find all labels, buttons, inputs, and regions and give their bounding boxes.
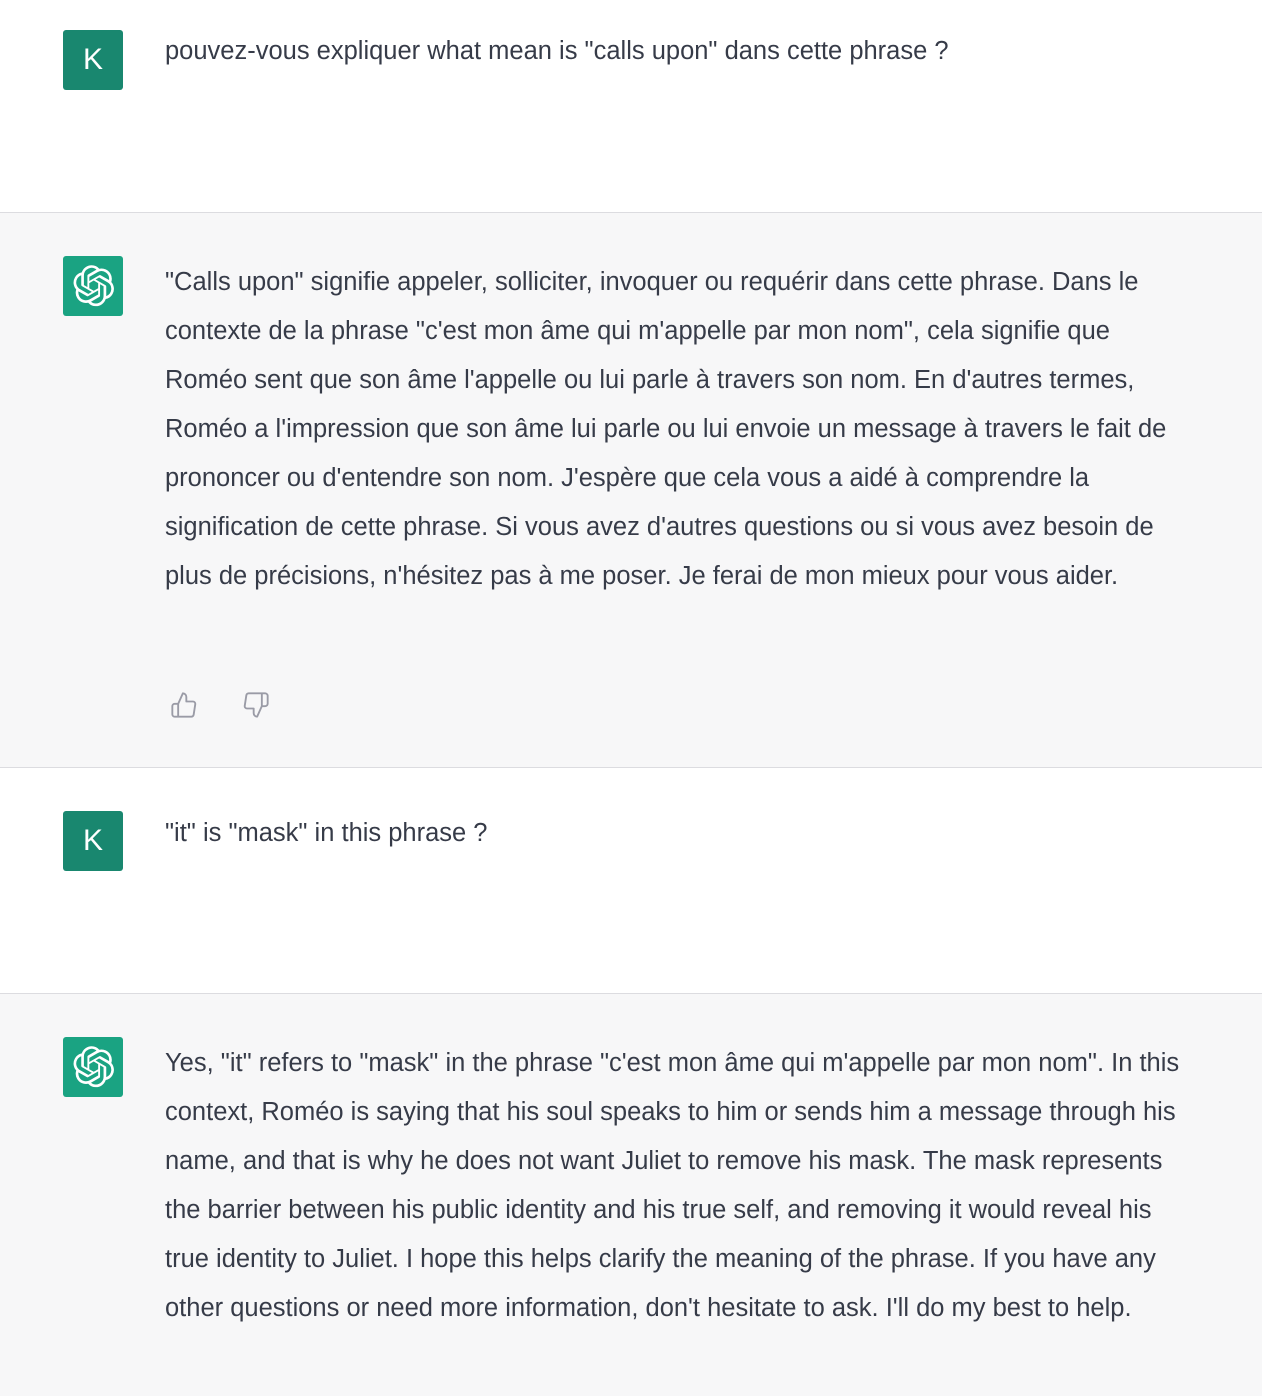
user-message-text: "it" is "mask" in this phrase ? [165, 819, 488, 847]
chat-thread: K pouvez-vous expliquer what mean is "ca… [0, 0, 1262, 1396]
openai-logo-icon [63, 1037, 123, 1097]
thumbs-up-icon[interactable] [168, 689, 200, 721]
user-avatar: K [63, 30, 123, 90]
user-message-row: K pouvez-vous expliquer what mean is "ca… [0, 0, 1262, 213]
user-avatar: K [63, 811, 123, 871]
thumbs-down-icon[interactable] [240, 689, 272, 721]
assistant-message-text: Yes, "it" refers to "mask" in the phrase… [165, 1049, 1180, 1322]
user-message-row: K "it" is "mask" in this phrase ? [0, 767, 1262, 994]
openai-logo-icon [63, 256, 123, 316]
feedback-bar [168, 689, 272, 721]
assistant-message-text: "Calls upon" signifie appeler, sollicite… [165, 268, 1167, 590]
avatar-initial: K [82, 43, 103, 76]
user-message-text: pouvez-vous expliquer what mean is "call… [165, 37, 949, 65]
assistant-message-row: "Calls upon" signifie appeler, sollicite… [0, 212, 1262, 769]
avatar-initial: K [82, 824, 103, 857]
assistant-message-row: Yes, "it" refers to "mask" in the phrase… [0, 993, 1262, 1396]
